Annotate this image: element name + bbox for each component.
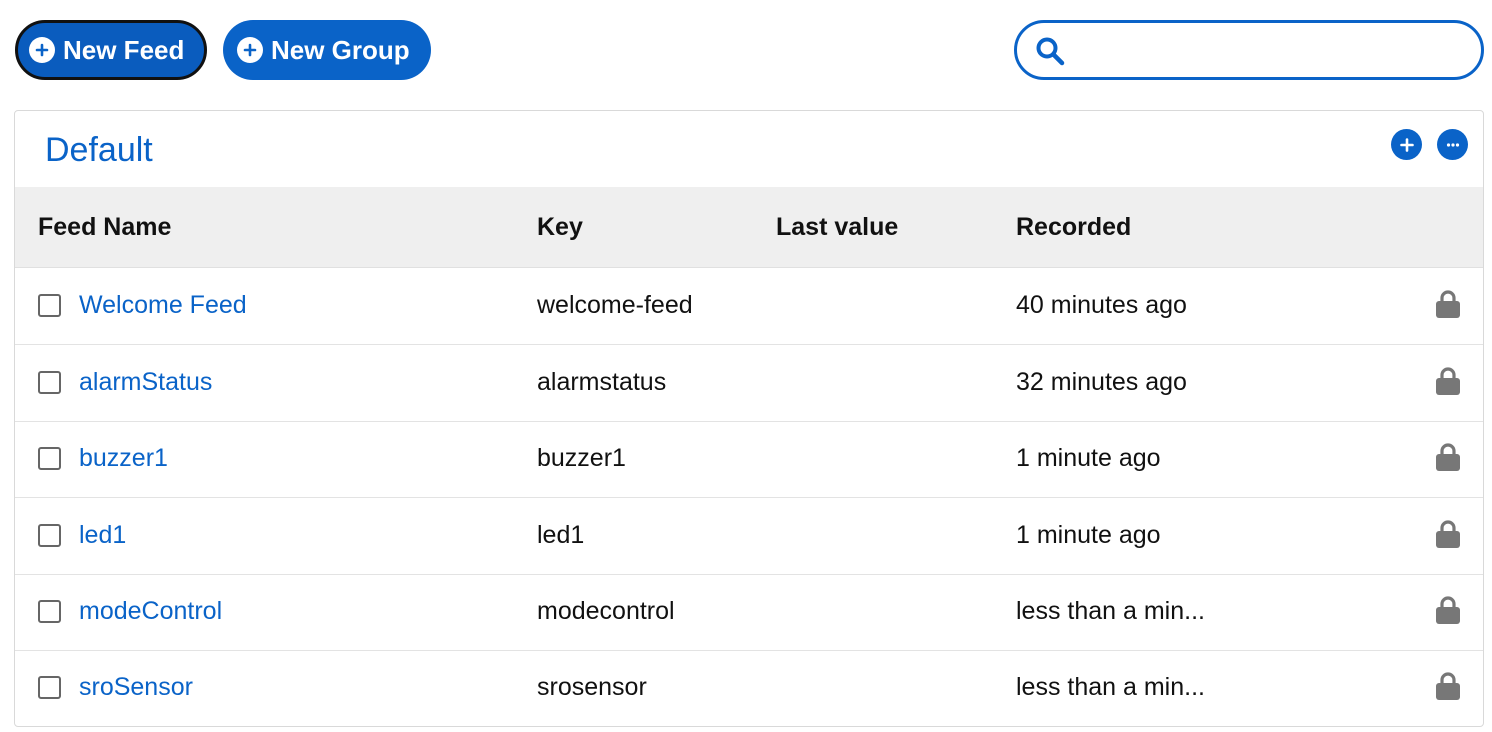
table-row: alarmStatus alarmstatus 32 minutes ago [15, 345, 1483, 422]
more-horizontal-icon [1446, 142, 1459, 147]
feed-name-link[interactable]: alarmStatus [79, 368, 212, 397]
feed-recorded: 1 minute ago [1016, 521, 1161, 549]
feed-name-link[interactable]: buzzer1 [79, 444, 168, 473]
row-checkbox[interactable] [38, 371, 61, 394]
table-row: buzzer1 buzzer1 1 minute ago [15, 421, 1483, 498]
lock-icon[interactable] [1435, 289, 1461, 319]
plus-circle-icon [237, 37, 263, 63]
feed-name-link[interactable]: sroSensor [79, 673, 193, 702]
group-more-button[interactable] [1437, 129, 1468, 160]
feed-name-link[interactable]: led1 [79, 521, 126, 550]
feed-group-panel: Default Feed Name Key Last value Recorde… [14, 110, 1484, 727]
row-checkbox[interactable] [38, 294, 61, 317]
feed-key: srosensor [537, 673, 647, 701]
new-group-button[interactable]: New Group [223, 20, 431, 80]
group-title[interactable]: Default [45, 131, 153, 170]
lock-icon[interactable] [1435, 366, 1461, 396]
feed-recorded: 40 minutes ago [1016, 291, 1187, 319]
column-header-last-value[interactable]: Last value [776, 213, 898, 242]
lock-icon[interactable] [1435, 442, 1461, 472]
feed-key: modecontrol [537, 597, 675, 625]
new-group-label: New Group [271, 34, 410, 65]
feed-key: welcome-feed [537, 291, 693, 319]
feed-key: alarmstatus [537, 368, 667, 396]
row-checkbox[interactable] [38, 676, 61, 699]
row-checkbox[interactable] [38, 600, 61, 623]
search-input[interactable] [1079, 31, 1469, 69]
feed-recorded: 1 minute ago [1016, 444, 1161, 472]
feed-recorded: less than a min... [1016, 597, 1205, 625]
feed-name-link[interactable]: modeControl [79, 597, 222, 626]
table-row: sroSensor srosensor less than a min... [15, 650, 1483, 726]
lock-icon[interactable] [1435, 671, 1461, 701]
plus-icon [1399, 137, 1414, 152]
search-box[interactable] [1014, 20, 1484, 80]
new-feed-label: New Feed [63, 34, 185, 65]
new-feed-button[interactable]: New Feed [15, 20, 207, 80]
column-header-feed-name[interactable]: Feed Name [38, 213, 171, 242]
search-icon [1036, 37, 1065, 66]
lock-icon[interactable] [1435, 519, 1461, 549]
plus-circle-icon [29, 37, 55, 63]
feed-key: buzzer1 [537, 444, 626, 472]
feed-key: led1 [537, 521, 585, 549]
table-row: Welcome Feed welcome-feed 40 minutes ago [15, 268, 1483, 345]
feed-recorded: 32 minutes ago [1016, 368, 1187, 396]
column-header-recorded[interactable]: Recorded [1016, 213, 1131, 242]
group-add-button[interactable] [1391, 129, 1422, 160]
lock-icon[interactable] [1435, 595, 1461, 625]
table-row: led1 led1 1 minute ago [15, 498, 1483, 575]
table-header: Feed Name Key Last value Recorded [15, 187, 1483, 268]
table-row: modeControl modecontrol less than a min.… [15, 574, 1483, 651]
row-checkbox[interactable] [38, 447, 61, 470]
row-checkbox[interactable] [38, 524, 61, 547]
feed-recorded: less than a min... [1016, 673, 1205, 701]
column-header-key[interactable]: Key [537, 213, 583, 242]
feed-name-link[interactable]: Welcome Feed [79, 291, 247, 320]
